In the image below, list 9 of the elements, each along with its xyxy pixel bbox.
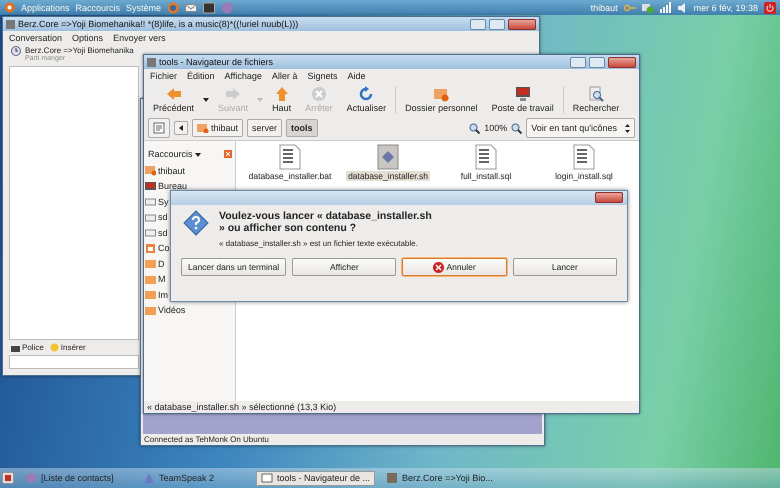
window-title: Berz.Core =>Yoji Biomehanika!! *(8)life, is a music(8)*((!uriel nuub(L))) (18, 19, 300, 29)
user-name: thibaut (590, 2, 618, 12)
zoom-level: 100% (484, 123, 508, 133)
window-title: tools - Navigateur de fichiers (159, 57, 274, 67)
status-text: « database_installer.sh » sélectionné (13,3 Kio) (146, 401, 338, 413)
contact-name: Berz.Core =>Yoji Biomehanika (25, 46, 134, 55)
dialog-message: « database_installer.sh » est un fichier texte exécutable. (219, 239, 419, 248)
status-text: Connected as TehMonk On Ubuntu (143, 434, 270, 445)
dialog-heading: Voulez-vous lancer « database_installer.sh » ou afficher son contenu ? (219, 210, 433, 234)
